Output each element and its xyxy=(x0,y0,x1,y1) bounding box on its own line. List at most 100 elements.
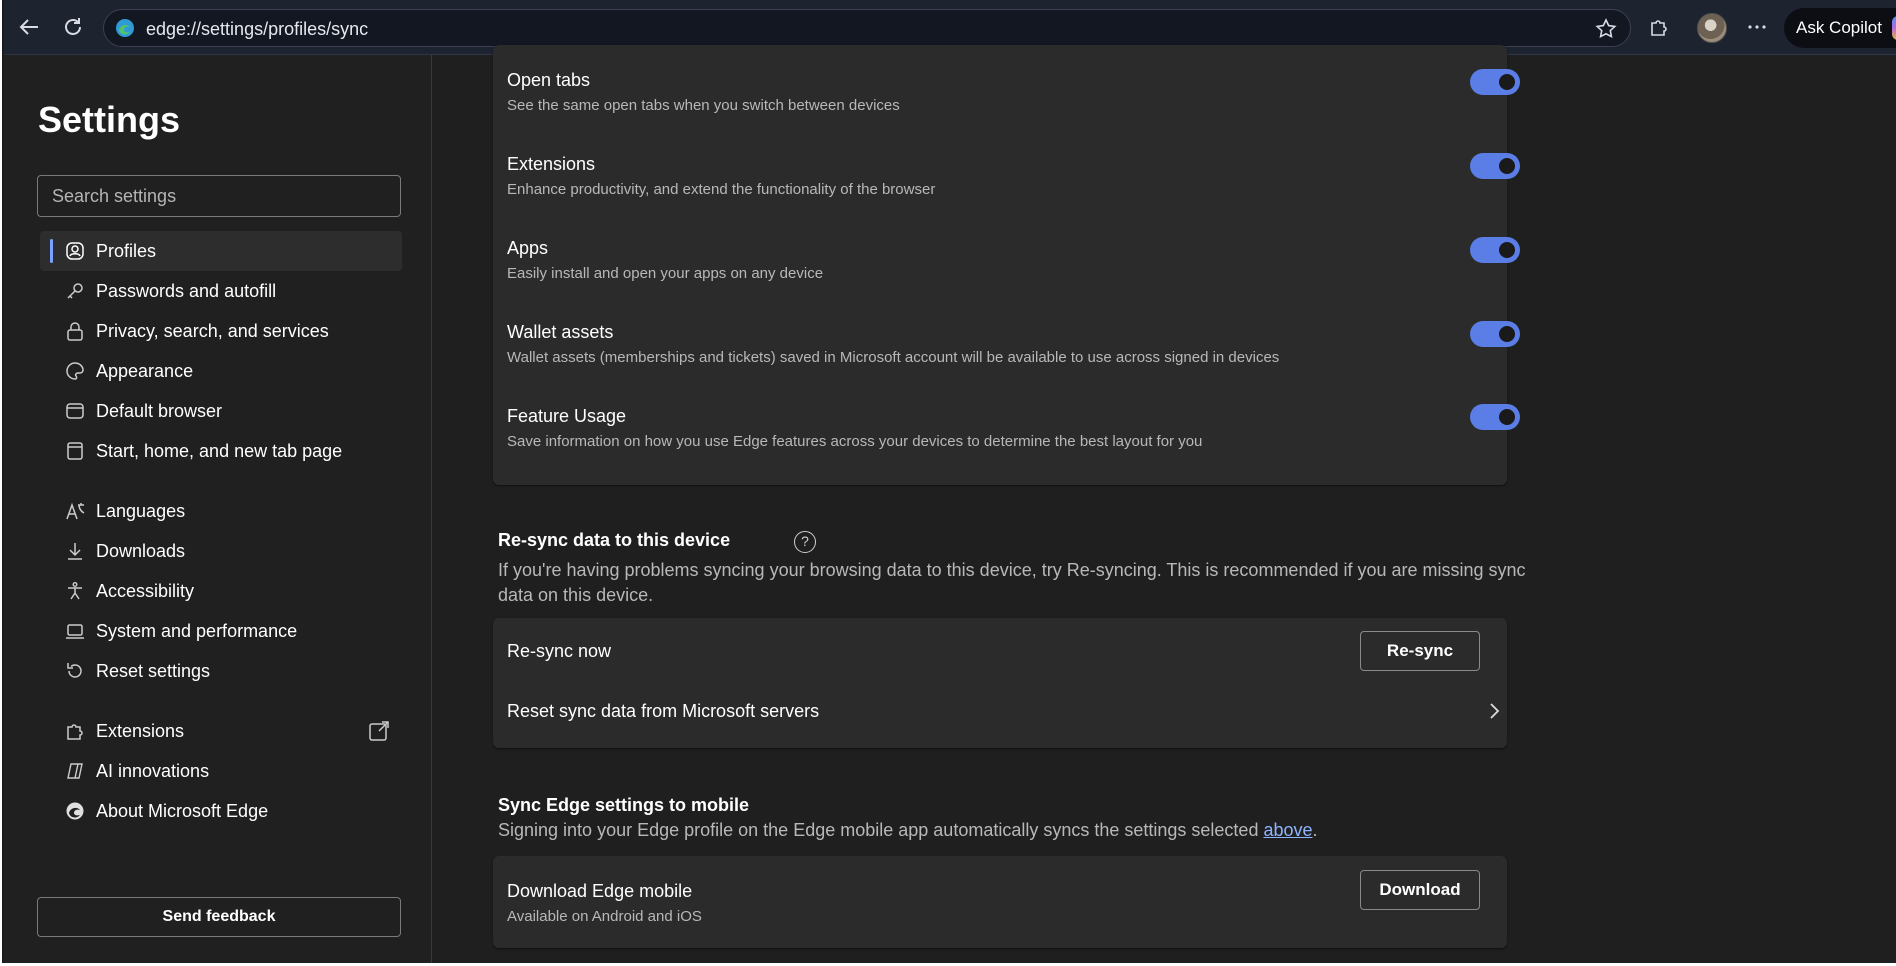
sync-row-desc: Enhance productivity, and extend the fun… xyxy=(507,181,936,198)
wallet-assets-toggle[interactable] xyxy=(1470,321,1520,347)
sidebar-item-ai-innovations[interactable]: AI innovations xyxy=(40,751,402,791)
sidebar-item-start-home[interactable]: Start, home, and new tab page xyxy=(40,431,402,471)
sidebar-item-languages[interactable]: Languages xyxy=(40,491,402,531)
sidebar-item-extensions[interactable]: Extensions xyxy=(40,711,402,751)
chevron-right-icon xyxy=(1490,703,1500,719)
main-content: Open tabs See the same open tabs when yo… xyxy=(433,45,1896,963)
sync-row-desc: See the same open tabs when you switch b… xyxy=(507,97,900,114)
download-button[interactable]: Download xyxy=(1360,870,1480,910)
sidebar-item-downloads[interactable]: Downloads xyxy=(40,531,402,571)
apps-toggle[interactable] xyxy=(1470,237,1520,263)
sidebar-item-label: About Microsoft Edge xyxy=(96,801,269,821)
sync-row-desc: Easily install and open your apps on any… xyxy=(507,265,824,282)
sync-row-title: Feature Usage xyxy=(507,406,627,426)
mobile-section-title: Sync Edge settings to mobile xyxy=(498,795,750,815)
puzzle-icon xyxy=(1651,20,1667,36)
ask-copilot-button[interactable]: Ask Copilot xyxy=(1784,8,1896,48)
sync-row-desc: Wallet assets (memberships and tickets) … xyxy=(507,349,1280,366)
resync-button[interactable]: Re-sync xyxy=(1360,631,1480,671)
sidebar-item-passwords[interactable]: Passwords and autofill xyxy=(40,271,402,311)
back-arrow-icon xyxy=(19,19,38,35)
lock-icon xyxy=(64,320,86,342)
back-button[interactable] xyxy=(14,12,44,42)
mobile-desc-end: . xyxy=(1312,820,1318,840)
sidebar-item-about[interactable]: About Microsoft Edge xyxy=(40,791,402,831)
resync-section-desc: If you're having problems syncing your b… xyxy=(498,558,1526,608)
send-feedback-button[interactable]: Send feedback xyxy=(37,897,401,937)
mobile-desc-text: Signing into your Edge profile on the Ed… xyxy=(498,820,1264,840)
ask-copilot-label: Ask Copilot xyxy=(1796,18,1882,37)
languages-icon xyxy=(64,500,86,522)
sidebar-item-label: Languages xyxy=(96,501,186,521)
palette-icon xyxy=(64,360,86,382)
laptop-icon xyxy=(64,620,86,642)
mobile-section-desc: Signing into your Edge profile on the Ed… xyxy=(498,818,1318,843)
sidebar-item-label: Downloads xyxy=(96,541,186,561)
reset-sync-row[interactable]: Reset sync data from Microsoft servers xyxy=(493,683,1507,748)
sync-row-title: Open tabs xyxy=(507,70,591,90)
extensions-toggle[interactable] xyxy=(1470,153,1520,179)
sidebar-item-label: Privacy, search, and services xyxy=(96,321,329,341)
profile-icon xyxy=(64,240,86,262)
resync-desc-line2: data on this device. xyxy=(498,585,654,605)
sidebar-item-system[interactable]: System and performance xyxy=(40,611,402,651)
help-icon[interactable]: ? xyxy=(794,531,816,553)
resync-desc-line1: If you're having problems syncing your b… xyxy=(498,560,1526,580)
reset-sync-label: Reset sync data from Microsoft servers xyxy=(507,701,820,721)
address-bar[interactable]: edge://settings/profiles/sync xyxy=(103,9,1631,47)
resync-title-text: Re-sync data to this device xyxy=(498,530,731,550)
copilot-logo-icon xyxy=(1892,16,1896,40)
sync-row-wallet-assets: Wallet assets Wallet assets (memberships… xyxy=(493,307,1520,391)
sidebar-item-default-browser[interactable]: Default browser xyxy=(40,391,402,431)
download-mobile-row: Download Edge mobile Available on Androi… xyxy=(493,856,1507,948)
resync-now-label: Re-sync now xyxy=(507,641,612,661)
sync-row-open-tabs: Open tabs See the same open tabs when yo… xyxy=(493,55,1520,139)
sidebar-item-label: Appearance xyxy=(96,361,194,381)
sidebar-item-label: AI innovations xyxy=(96,761,210,781)
refresh-icon xyxy=(65,18,81,35)
url-text: edge://settings/profiles/sync xyxy=(146,19,369,39)
sidebar-item-reset[interactable]: Reset settings xyxy=(40,651,402,691)
browser-icon xyxy=(64,400,86,422)
sync-row-title: Extensions xyxy=(507,154,596,174)
favorite-star-icon[interactable] xyxy=(1594,17,1618,41)
sidebar-item-privacy[interactable]: Privacy, search, and services xyxy=(40,311,402,351)
profile-avatar[interactable] xyxy=(1697,13,1727,43)
sidebar-item-accessibility[interactable]: Accessibility xyxy=(40,571,402,611)
puzzle-icon xyxy=(64,720,86,742)
feature-usage-toggle[interactable] xyxy=(1470,404,1520,430)
sync-row-title: Wallet assets xyxy=(507,322,614,342)
open-tabs-toggle[interactable] xyxy=(1470,69,1520,95)
refresh-button[interactable] xyxy=(58,12,88,42)
sync-items-card: Open tabs See the same open tabs when yo… xyxy=(493,45,1520,485)
resync-now-row: Re-sync now Re-sync xyxy=(493,618,1507,683)
sidebar-item-label: System and performance xyxy=(96,621,298,641)
search-settings-input[interactable]: Search settings xyxy=(37,175,401,217)
browser-window: edge://settings/profiles/sync Ask Copilo… xyxy=(2,0,1896,963)
sidebar-item-label: Default browser xyxy=(96,401,223,421)
sidebar-item-label: Passwords and autofill xyxy=(96,281,277,301)
above-link[interactable]: above xyxy=(1263,820,1312,840)
edge-logo-icon xyxy=(116,19,134,37)
home-page-icon xyxy=(64,440,86,462)
sync-row-desc: Save information on how you use Edge fea… xyxy=(507,433,1203,450)
sidebar-title: Settings xyxy=(38,99,181,140)
sync-row-extensions: Extensions Enhance productivity, and ext… xyxy=(493,139,1520,223)
more-dots-icon xyxy=(1748,25,1766,29)
download-icon xyxy=(64,540,86,562)
sidebar-item-label: Reset settings xyxy=(96,661,211,681)
resync-section-title: Re-sync data to this device ? xyxy=(498,530,816,553)
ai-icon xyxy=(64,760,86,782)
extensions-button[interactable] xyxy=(1644,12,1674,42)
sidebar-item-profiles[interactable]: Profiles xyxy=(40,231,402,271)
sync-row-title: Apps xyxy=(507,238,549,258)
external-link-icon xyxy=(369,721,389,741)
download-mobile-desc: Available on Android and iOS xyxy=(507,908,702,925)
more-options-button[interactable] xyxy=(1742,12,1772,42)
sidebar-item-appearance[interactable]: Appearance xyxy=(40,351,402,391)
settings-sidebar: Settings Search settings Profiles Passwo… xyxy=(4,55,432,963)
reset-icon xyxy=(64,660,86,682)
sidebar-item-label: Extensions xyxy=(96,721,185,741)
download-mobile-title: Download Edge mobile xyxy=(507,881,693,901)
edge-logo-icon xyxy=(64,800,86,822)
